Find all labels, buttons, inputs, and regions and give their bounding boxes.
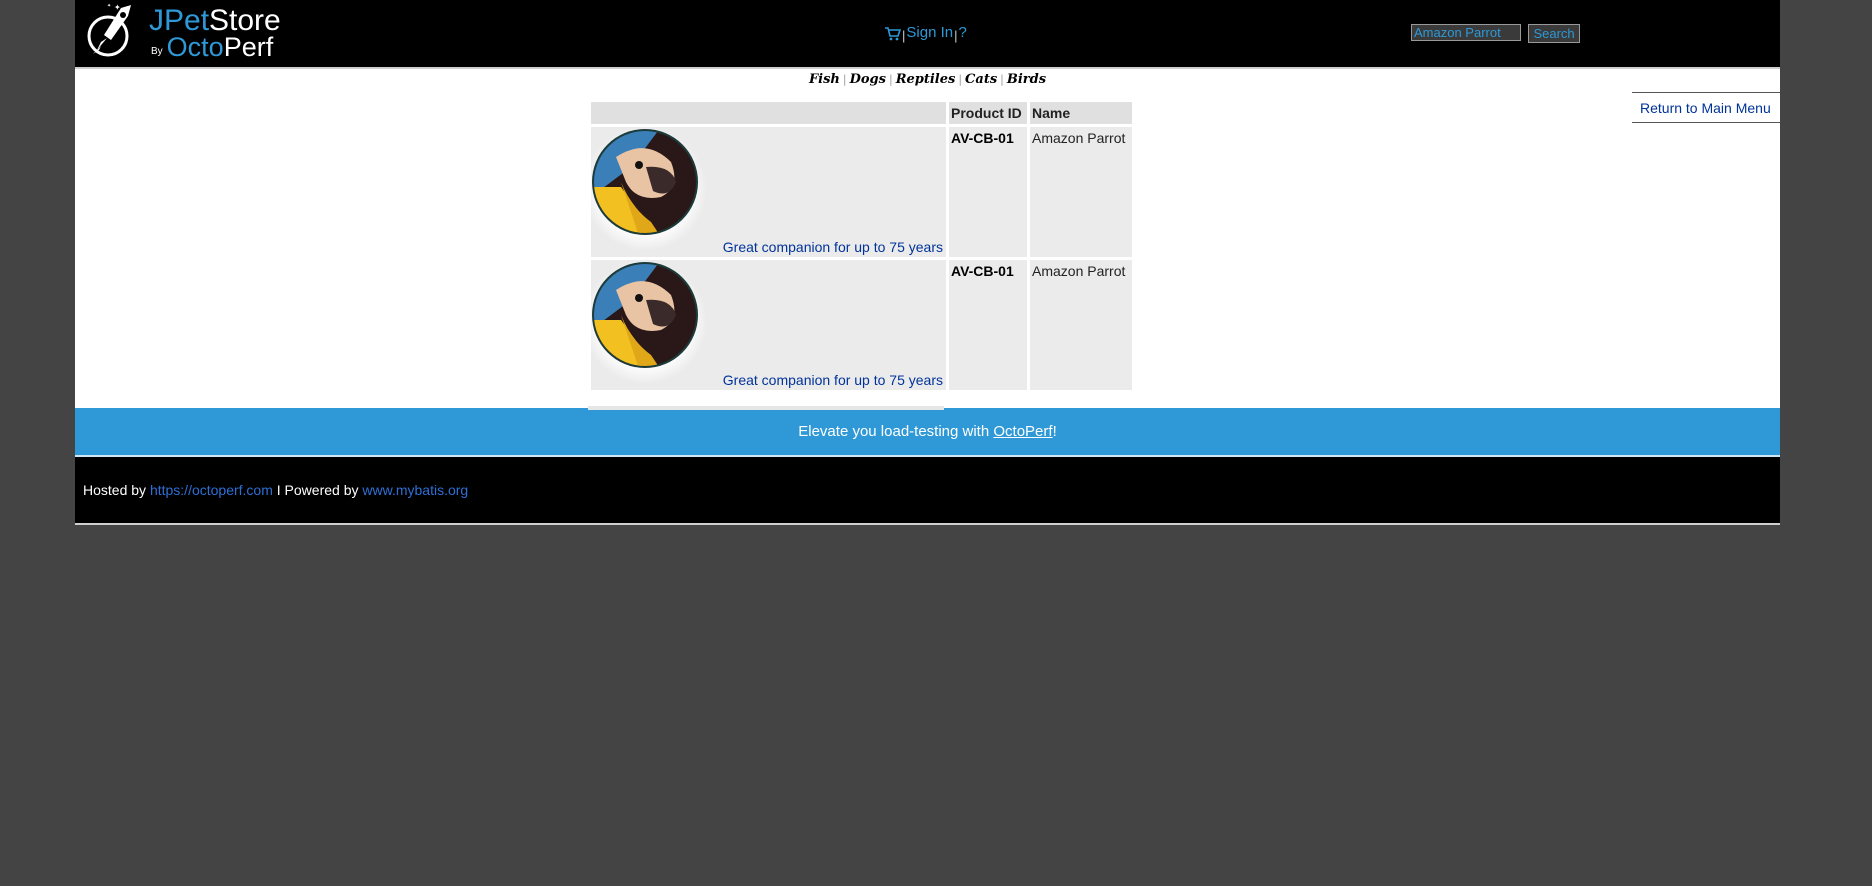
- item-cell[interactable]: Great companion for up to 75 years: [591, 127, 946, 257]
- search-button[interactable]: Search: [1528, 24, 1580, 43]
- column-header-name: Name: [1030, 102, 1132, 124]
- item-cell[interactable]: Great companion for up to 75 years: [591, 260, 946, 390]
- svg-text:✦: ✦: [114, 3, 121, 12]
- table-header-row: Product ID Name: [591, 102, 1132, 124]
- mybatis-link[interactable]: www.mybatis.org: [362, 482, 468, 498]
- product-name-cell: Amazon Parrot: [1030, 127, 1132, 257]
- footer-hosted-by: Hosted by: [83, 482, 150, 498]
- octoperf-banner-link[interactable]: OctoPerf: [993, 423, 1052, 440]
- help-link[interactable]: ?: [958, 24, 966, 41]
- logo-brand: By OctoPerf: [151, 32, 274, 62]
- product-table: Product ID Name Great companion for up t…: [588, 99, 1135, 393]
- page-wrapper: ✦ ✦ JPetStore ByOctoPerf |Sign In|? Sear…: [75, 0, 1780, 525]
- product-id-cell: AV-CB-01: [949, 260, 1027, 390]
- return-to-main-menu-link[interactable]: Return to Main Menu: [1632, 92, 1780, 123]
- main-content: Return to Main Menu Product ID Name Grea…: [75, 92, 1780, 410]
- svg-text:✦: ✦: [107, 3, 111, 9]
- cart-icon[interactable]: [884, 26, 902, 45]
- quicklink-birds[interactable]: Birds: [1007, 72, 1046, 87]
- promo-banner: Elevate you load-testing with OctoPerf!: [75, 408, 1780, 457]
- menu-separator: |: [902, 28, 906, 43]
- logo[interactable]: ✦ ✦ JPetStore By OctoPerf: [83, 2, 281, 62]
- quicklink-separator: |: [958, 73, 963, 86]
- footer: Hosted by https://octoperf.com I Powered…: [75, 457, 1780, 525]
- item-description[interactable]: Great companion for up to 75 years: [723, 372, 943, 388]
- product-id-cell: AV-CB-01: [949, 127, 1027, 257]
- parrot-image: [591, 127, 707, 251]
- quicklink-separator: |: [888, 73, 893, 86]
- footer-powered-by: I Powered by: [272, 482, 363, 498]
- octoperf-link[interactable]: https://octoperf.com: [150, 482, 273, 498]
- rocket-icon: ✦ ✦: [87, 3, 131, 57]
- banner-text-end: !: [1052, 423, 1057, 440]
- search-form: Search: [1411, 24, 1580, 43]
- product-name-cell: Amazon Parrot: [1030, 260, 1132, 390]
- top-menu: |Sign In|?: [884, 24, 967, 45]
- column-header-product-id: Product ID: [949, 102, 1027, 124]
- column-header-image: [591, 102, 946, 124]
- quicklink-separator: |: [1000, 73, 1004, 86]
- parrot-image: [591, 260, 707, 384]
- table-row: Great companion for up to 75 years AV-CB…: [591, 260, 1132, 390]
- item-description[interactable]: Great companion for up to 75 years: [723, 239, 943, 255]
- quicklink-dogs[interactable]: Dogs: [850, 72, 886, 87]
- search-input[interactable]: [1411, 24, 1521, 41]
- quicklink-fish[interactable]: Fish: [809, 72, 840, 87]
- table-row: Great companion for up to 75 years AV-CB…: [591, 127, 1132, 257]
- table-row-partial: [588, 406, 944, 410]
- menu-separator: |: [954, 28, 958, 43]
- quicklink-separator: |: [842, 73, 847, 86]
- header: ✦ ✦ JPetStore ByOctoPerf |Sign In|? Sear…: [75, 0, 1780, 69]
- quicklink-cats[interactable]: Cats: [965, 72, 997, 87]
- quicklink-reptiles[interactable]: Reptiles: [896, 72, 956, 87]
- quick-links: Fish | Dogs | Reptiles | Cats | Birds: [75, 69, 1780, 92]
- sign-in-link[interactable]: Sign In: [906, 24, 953, 41]
- banner-text: Elevate you load-testing with: [798, 423, 994, 440]
